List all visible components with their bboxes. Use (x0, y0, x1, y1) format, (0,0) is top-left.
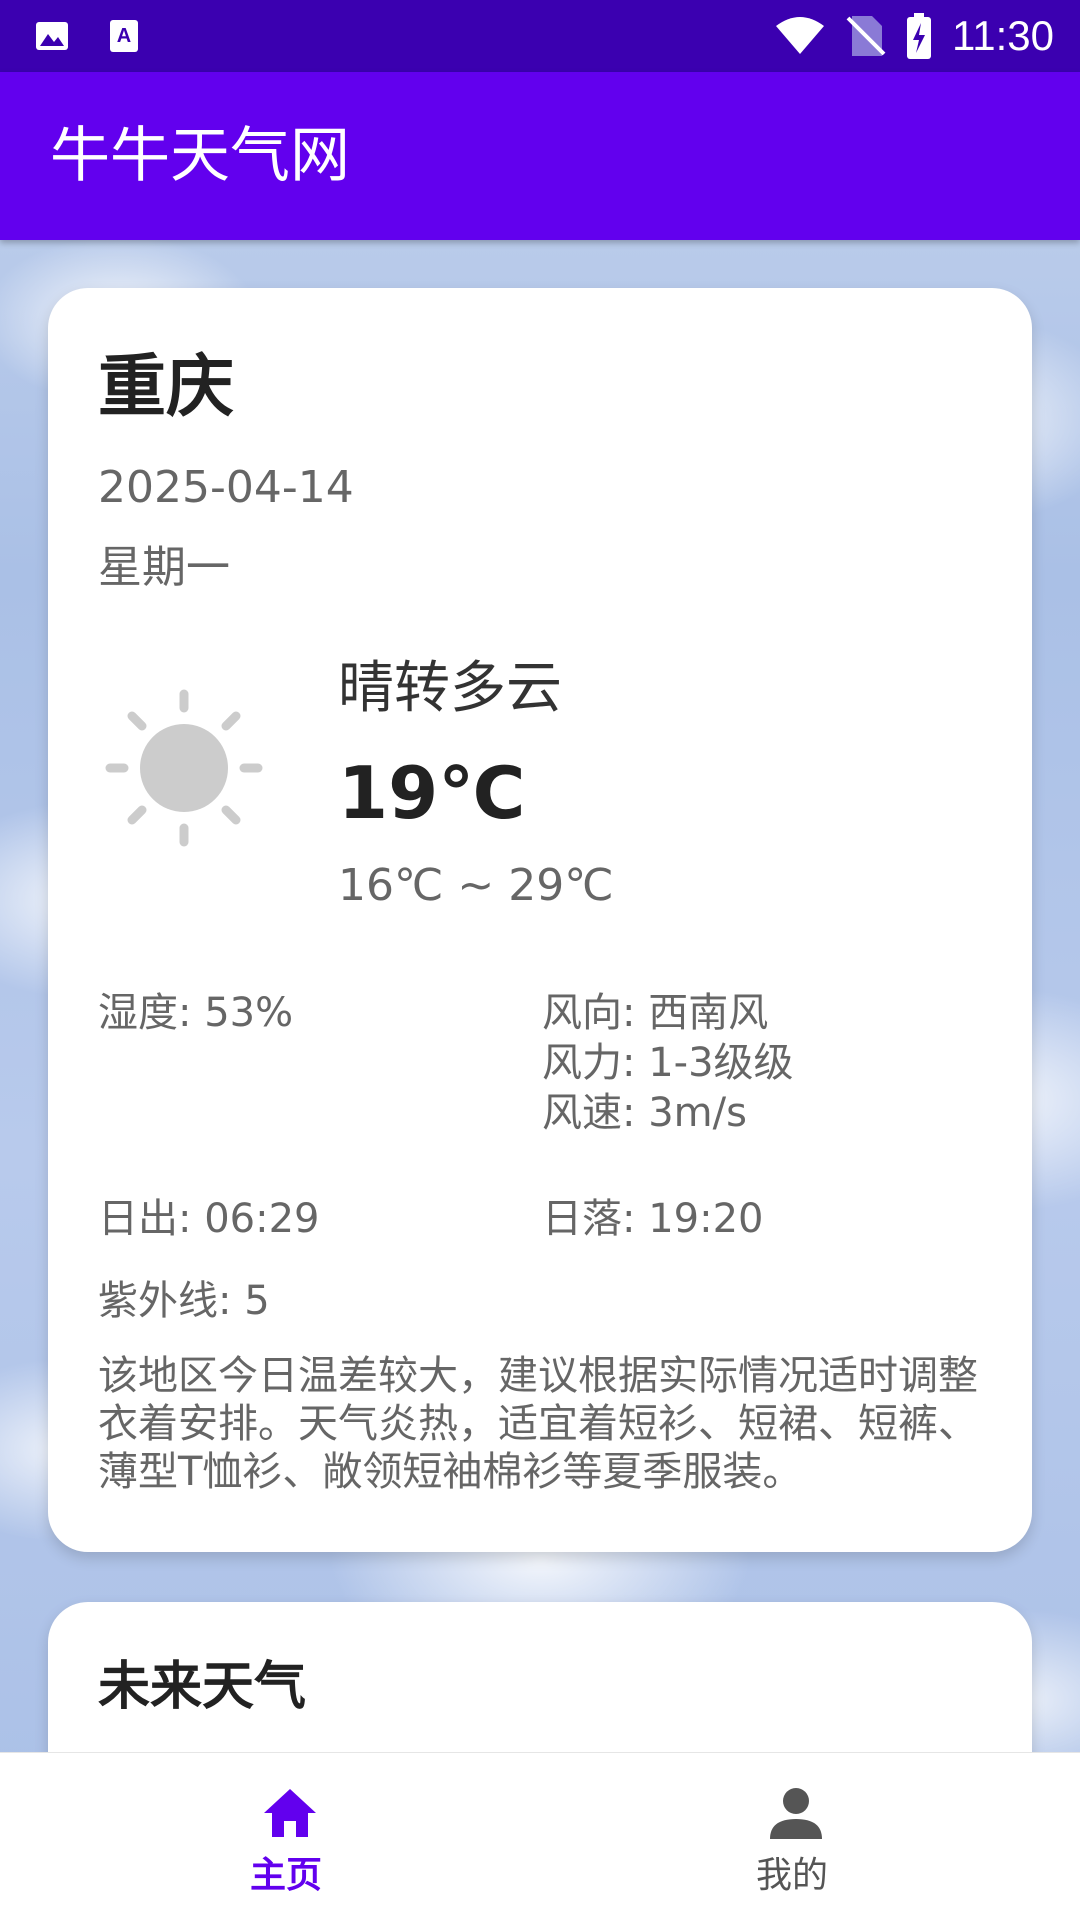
weather-condition: 晴转多云 (338, 656, 562, 721)
status-indicators: 11:30 (774, 0, 1054, 72)
clothing-advice: 该地区今日温差较大，建议根据实际情况适时调整衣着安排。天气炎热，适宜着短衫、短裙… (98, 1353, 978, 1495)
weekday: 星期一 (98, 542, 230, 593)
clock: 11:30 (952, 12, 1054, 59)
sun-icon (105, 689, 263, 847)
nav-mine-label: 我的 (755, 1855, 828, 1896)
nav-home[interactable]: 主页 (136, 1753, 436, 1920)
battery-charging-icon (907, 13, 931, 59)
home-icon (264, 1789, 316, 1837)
wind-power: 风力: 1-3级级 (542, 1040, 794, 1086)
person-icon (770, 1788, 822, 1839)
wind-speed: 风速: 3m/s (542, 1090, 747, 1136)
date: 2025-04-14 (98, 462, 354, 513)
uv-index: 紫外线: 5 (98, 1278, 270, 1324)
text-a-icon: A (110, 20, 138, 52)
wifi-icon (776, 17, 824, 54)
svg-text:A: A (117, 25, 131, 47)
current-temperature: 19℃ (338, 751, 526, 835)
sunrise: 日出: 06:29 (98, 1196, 320, 1242)
image-icon (36, 22, 68, 50)
nav-mine[interactable]: 我的 (642, 1753, 942, 1920)
forecast-title: 未来天气 (98, 1657, 307, 1717)
nav-home-label: 主页 (249, 1855, 322, 1896)
sunset: 日落: 19:20 (542, 1196, 764, 1242)
city-name: 重庆 (98, 348, 235, 427)
screen: A 11:30 牛牛天气网 重庆 2025-04-14 星期一 晴转多云 19℃… (0, 0, 1080, 1920)
bottom-navigation: 主页 我的 (0, 1752, 1080, 1920)
app-title: 牛牛天气网 (50, 121, 350, 191)
wind-direction: 风向: 西南风 (542, 990, 769, 1036)
app-bar: 牛牛天气网 (0, 72, 1080, 240)
temperature-range: 16℃ ~ 29℃ (338, 860, 614, 911)
today-weather-card: 重庆 2025-04-14 星期一 晴转多云 19℃ 16℃ ~ 29℃ 湿度:… (48, 288, 1032, 1552)
status-bar: A 11:30 (0, 0, 1080, 72)
no-sim-icon (846, 16, 886, 56)
humidity: 湿度: 53% (98, 990, 294, 1036)
